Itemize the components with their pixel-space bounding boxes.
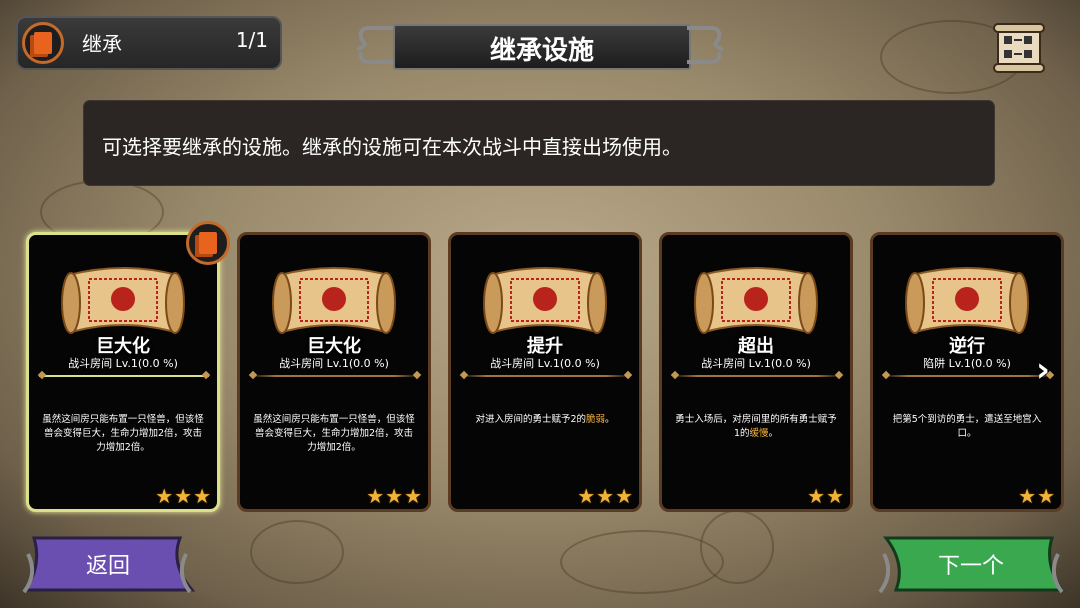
inherit-counter: 继承 1/1 [16,16,282,70]
next-button-label: 下一个 [937,554,1004,579]
card-type-level: 战斗房间 Lv.1(0.0 %) [490,357,600,370]
card-effect-highlight: 脆弱 [586,414,606,425]
star-icon: ★ [826,484,844,508]
scroll-icon [483,267,607,334]
back-button[interactable]: 返回 [20,534,196,594]
facility-card[interactable]: 超出 战斗房间 Lv.1(0.0 %) 勇士入场后，对房间里的所有勇士赋予1的缓… [659,232,853,512]
card-type-level: 战斗房间 Lv.1(0.0 %) [701,357,811,370]
title-banner: 继承设施 [355,18,725,72]
description-text: 可选择要继承的设施。继承的设施可在本次战斗中直接出场使用。 [102,135,682,159]
star-icon: ★ [155,484,174,508]
chevron-right-icon[interactable]: › [1036,350,1050,390]
banner-hook-right-icon [687,26,724,64]
card-effect: 虽然这间房只能布置一只怪兽，但该怪兽会变得巨大，生命力增加2倍，攻击力增加2倍。 [41,413,205,455]
star-icon: ★ [174,484,193,508]
scroll-icon [272,267,396,334]
card-effect-highlight: 缓慢 [749,428,769,439]
star-rating: ★ ★ ★ [155,485,211,507]
card-effect-text: 虽然这间房只能布置一只怪兽，但该怪兽会变得巨大，生命力增加2倍，攻击力增加2倍。 [253,414,415,453]
banner-hook-left-icon [356,26,393,64]
star-icon: ★ [193,484,211,508]
star-rating: ★ ★ [1018,485,1055,507]
scroll-icon [905,267,1029,334]
card-type-level: 战斗房间 Lv.1(0.0 %) [68,357,178,370]
facility-card[interactable]: 提升 战斗房间 Lv.1(0.0 %) 对进入房间的勇士赋予2的脆弱。 ★ ★ ★ [448,232,642,512]
card-divider [39,375,209,377]
scroll-icon [61,267,185,334]
counter-value: 1/1 [235,28,268,52]
star-icon: ★ [577,484,596,508]
card-effect: 对进入房间的勇士赋予2的脆弱。 [463,413,627,427]
card-effect-tail: 。 [605,414,615,425]
star-rating: ★ ★ ★ [577,485,633,507]
book-icon [22,22,64,64]
card-divider [672,375,842,377]
card-type-level: 陷阱 Lv.1(0.0 %) [923,357,1011,370]
star-icon: ★ [596,484,615,508]
facility-card[interactable]: 逆行 陷阱 Lv.1(0.0 %) 把第5个到访的勇士，遣送至地宫入口。 ★ ★ [870,232,1064,512]
card-effect-text: 虽然这间房只能布置一只怪兽，但该怪兽会变得巨大，生命力增加2倍，攻击力增加2倍。 [42,414,204,453]
description-panel: 可选择要继承的设施。继承的设施可在本次战斗中直接出场使用。 [84,101,994,185]
next-button[interactable]: 下一个 [876,534,1066,594]
star-rating: ★ ★ ★ [366,485,422,507]
card-divider [461,375,631,377]
star-icon: ★ [807,484,826,508]
card-divider [883,375,1053,377]
card-effect-tail: 。 [768,428,779,439]
card-effect: 把第5个到访的勇士，遣送至地宫入口。 [885,413,1049,441]
card-divider [250,375,420,377]
star-rating: ★ ★ [807,485,844,507]
card-type-level: 战斗房间 Lv.1(0.0 %) [279,357,389,370]
facility-card[interactable]: 巨大化 战斗房间 Lv.1(0.0 %) 虽然这间房只能布置一只怪兽，但该怪兽会… [237,232,431,512]
star-icon: ★ [615,484,633,508]
card-effect: 虽然这间房只能布置一只怪兽，但该怪兽会变得巨大，生命力增加2倍，攻击力增加2倍。 [252,413,416,455]
card-effect-text: 对进入房间的勇士赋予2的 [475,414,586,425]
card-effect: 勇士入场后，对房间里的所有勇士赋予1的缓慢。 [674,413,838,441]
page-title: 继承设施 [489,36,594,66]
scroll-map-icon[interactable] [990,20,1050,78]
star-icon: ★ [385,484,404,508]
card-book-icon [186,221,230,265]
star-icon: ★ [1018,484,1037,508]
card-effect-text: 把第5个到访的勇士，遣送至地宫入口。 [892,414,1042,439]
scroll-icon [694,267,818,334]
counter-label: 继承 [82,32,122,56]
back-button-label: 返回 [85,554,130,579]
star-icon: ★ [404,484,422,508]
facility-card[interactable]: 巨大化 战斗房间 Lv.1(0.0 %) 虽然这间房只能布置一只怪兽，但该怪兽会… [26,232,220,512]
star-icon: ★ [1037,484,1055,508]
star-icon: ★ [366,484,385,508]
